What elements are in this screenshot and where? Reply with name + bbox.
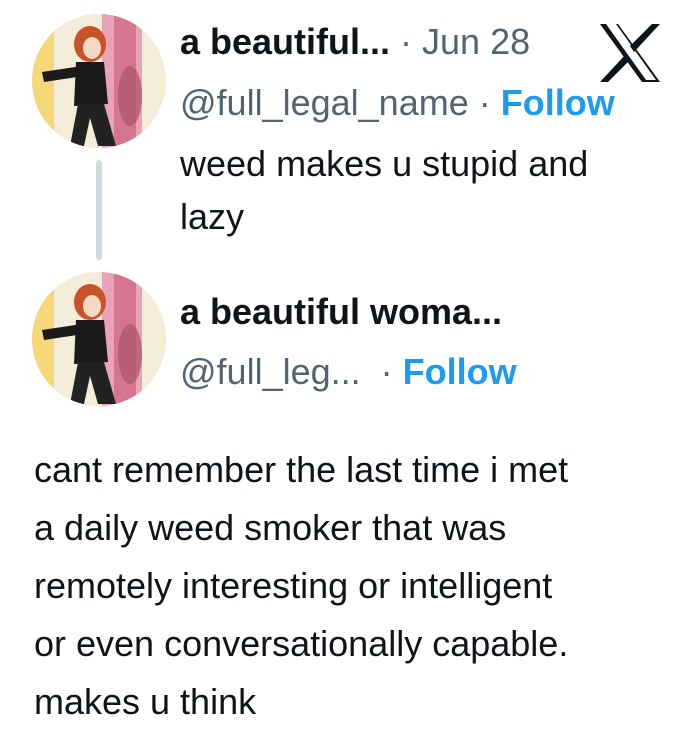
tweet1-display-name[interactable]: a beautiful... xyxy=(180,21,390,62)
avatar[interactable] xyxy=(32,272,166,406)
tweet1-handle[interactable]: @full_legal_name xyxy=(180,82,469,123)
tweet2-text-line: or even conversationally capable. xyxy=(34,623,569,664)
tweet2-handle[interactable]: @full_leg... xyxy=(180,351,361,392)
thread-connector-line xyxy=(96,160,102,260)
tweet1-text-line-2: lazy xyxy=(180,196,245,237)
tweet1-date-separator: · xyxy=(390,21,423,62)
avatar-illustration-icon xyxy=(32,272,166,406)
avatar-illustration-icon xyxy=(32,14,166,148)
tweet2-text: cant remember the last time i met a dail… xyxy=(34,441,568,731)
tweet2-text-line: makes u think xyxy=(34,681,257,722)
tweet2-handle-row: @full_leg... · Follow xyxy=(180,352,517,392)
x-logo-icon[interactable] xyxy=(596,22,664,84)
tweet2-display-name[interactable]: a beautiful woma... xyxy=(180,292,502,332)
tweet1-follow-separator: · xyxy=(468,82,501,123)
tweet1-header: a beautiful... · Jun 28 xyxy=(180,22,530,62)
tweet1-text-line-1: weed makes u stupid and xyxy=(180,143,589,184)
tweet2-follow-separator: · xyxy=(360,351,403,392)
tweet2-text-line: a daily weed smoker that was xyxy=(34,507,507,548)
tweet2-text-line: cant remember the last time i met xyxy=(34,449,569,490)
tweet1-handle-row: @full_legal_name · Follow xyxy=(180,83,615,123)
tweet1-follow-button[interactable]: Follow xyxy=(501,82,615,123)
tweet2-text-line: remotely interesting or intelligent xyxy=(34,565,553,606)
tweet2-follow-button[interactable]: Follow xyxy=(403,351,517,392)
avatar[interactable] xyxy=(32,14,166,148)
tweet1-date[interactable]: Jun 28 xyxy=(422,21,530,62)
